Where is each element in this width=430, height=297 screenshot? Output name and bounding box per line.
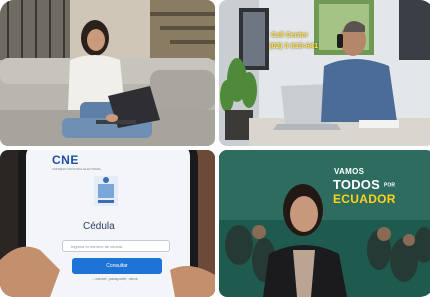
photo-call-center-man: Call Center (02) 3 815-641 [219, 0, 430, 146]
photo-campaign-woman: VAMOS TODOS POR ECUADOR [219, 150, 430, 297]
call-center-phone: (02) 3 815-641 [269, 41, 319, 50]
campaign-illustration [219, 150, 430, 297]
cedula-title: Cédula [83, 221, 115, 232]
campaign-line-2: TODOS POR [333, 177, 395, 192]
cedula-footer-text: ...carnet, pasaporte, otros [92, 276, 138, 281]
photo-woman-laptop-sofa [0, 0, 215, 146]
campaign-line-2-main: TODOS [333, 177, 380, 192]
call-center-illustration [219, 0, 430, 146]
cedula-number-input: Ingresa tu número de cédula [62, 240, 170, 252]
campaign-line-2-small: POR [383, 182, 396, 189]
image-collage: Call Center (02) 3 815-641 CNE CONSEJO N… [0, 0, 430, 297]
woman-laptop-illustration [0, 0, 215, 146]
campaign-line-3: ECUADOR [333, 192, 396, 206]
cne-logo-subtitle: CONSEJO NACIONAL ELECTORAL [52, 167, 102, 171]
call-center-label: Call Center [271, 32, 308, 39]
consultar-button: Consultar [72, 258, 162, 274]
photo-cedula-app: CNE CONSEJO NACIONAL ELECTORAL Cédula In… [0, 150, 215, 297]
id-card-icon [94, 176, 118, 206]
cne-logo: CNE [52, 153, 79, 167]
campaign-line-1: VAMOS [334, 167, 365, 176]
